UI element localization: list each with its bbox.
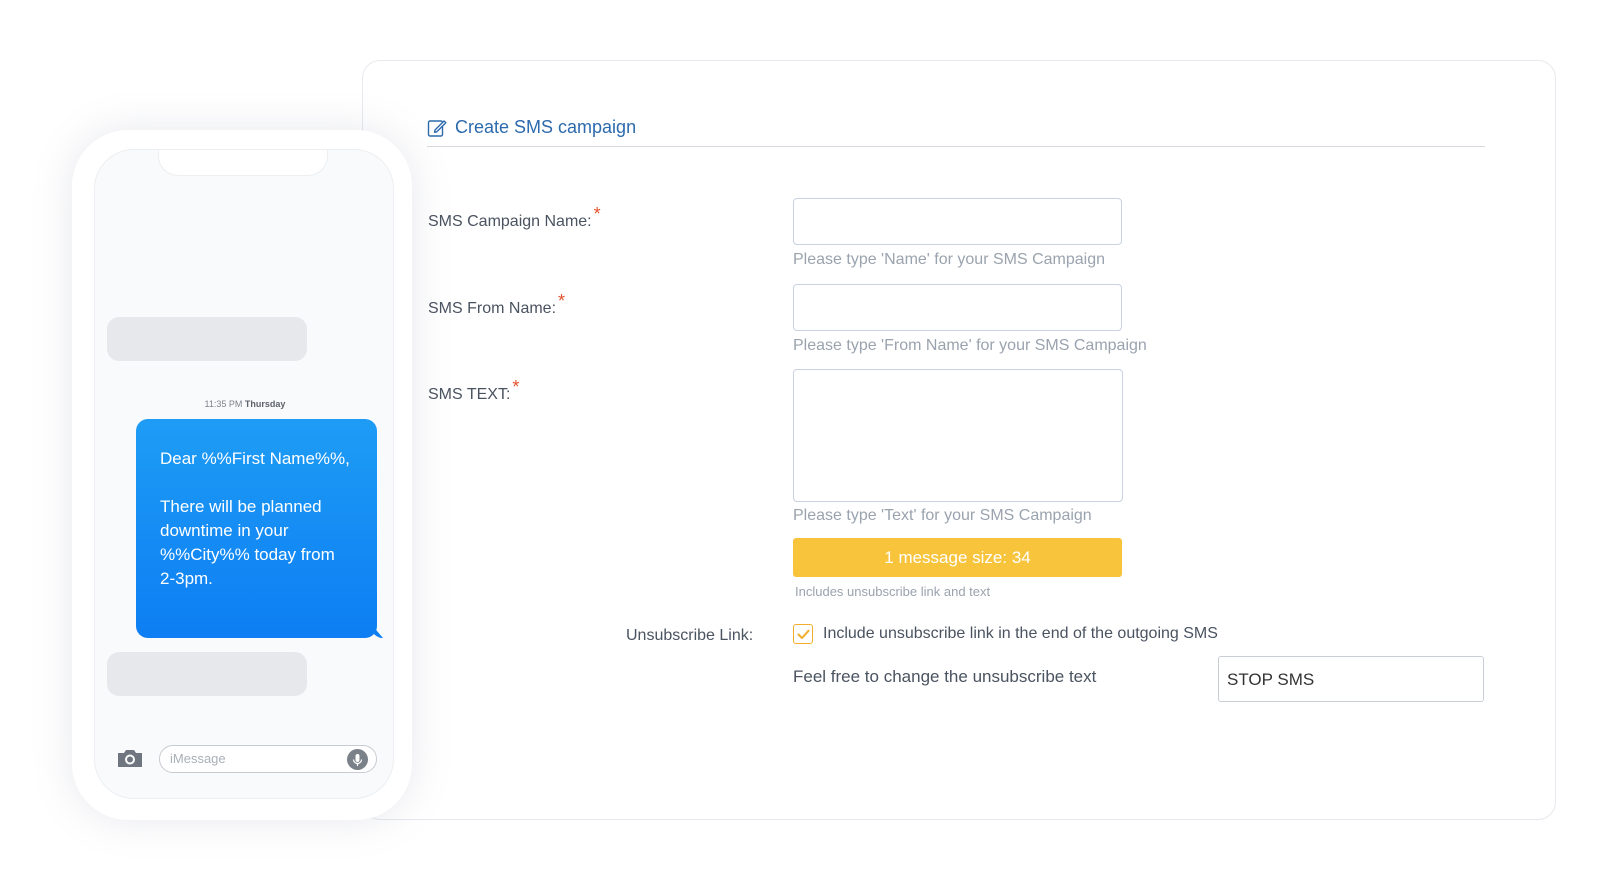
campaign-name-label: SMS Campaign Name: * (428, 204, 601, 231)
from-name-label-text: SMS From Name: (428, 300, 557, 317)
message-line: downtime in your (160, 521, 289, 540)
campaign-name-input[interactable] (793, 198, 1122, 245)
campaign-name-label-text: SMS Campaign Name: (428, 213, 592, 230)
timestamp-time: 11:35 PM (204, 399, 243, 409)
message-line: There will be planned (160, 497, 322, 516)
camera-icon[interactable] (116, 747, 144, 769)
unsubscribe-text-input[interactable]: STOP SMS (1218, 656, 1484, 702)
message-timestamp: 11:35 PM Thursday (95, 399, 393, 409)
page-title: Create SMS campaign (455, 117, 637, 137)
phone-screen: 11:35 PM Thursday Dear %%First Name%%, T… (94, 149, 394, 799)
sms-text-label: SMS TEXT: * (428, 377, 519, 404)
unsubscribe-checkbox[interactable] (793, 624, 813, 644)
message-line: %%City%% today from (160, 545, 335, 564)
unsubscribe-text-label: Feel free to change the unsubscribe text (793, 667, 1097, 686)
panel-header: Create SMS campaign (427, 117, 1485, 147)
message-line: 2-3pm. (160, 569, 213, 588)
required-marker: * (512, 377, 520, 397)
sms-text-label-text: SMS TEXT: (428, 386, 511, 403)
from-name-label: SMS From Name: * (428, 291, 565, 318)
sms-text-textarea[interactable] (793, 369, 1123, 502)
timestamp-day: Thursday (244, 399, 286, 409)
from-name-hint: Please type 'From Name' for your SMS Cam… (793, 337, 1147, 354)
message-size-indicator: 1 message size: 34 (793, 538, 1122, 577)
microphone-icon[interactable] (347, 749, 368, 770)
imessage-input[interactable]: iMessage (159, 745, 377, 773)
required-marker: * (558, 291, 566, 311)
sms-text-hint: Please type 'Text' for your SMS Campaign (793, 507, 1092, 524)
received-message-bubble (107, 317, 307, 361)
campaign-name-hint: Please type 'Name' for your SMS Campaign (793, 251, 1106, 268)
unsubscribe-checkbox-label[interactable]: Include unsubscribe link in the end of t… (823, 625, 1218, 643)
edit-icon (427, 120, 447, 137)
received-message-bubble (107, 652, 307, 696)
message-size-note: Includes unsubscribe link and text (795, 584, 991, 599)
phone-notch (158, 150, 328, 176)
sent-message-bubble: Dear %%First Name%%, There will be plann… (136, 419, 377, 638)
unsubscribe-link-label: Unsubscribe Link: (626, 627, 754, 644)
required-marker: * (593, 204, 601, 224)
message-line: Dear %%First Name%%, (160, 449, 350, 468)
checkmark-icon (797, 629, 809, 639)
message-line (160, 471, 355, 495)
from-name-input[interactable] (793, 284, 1122, 331)
